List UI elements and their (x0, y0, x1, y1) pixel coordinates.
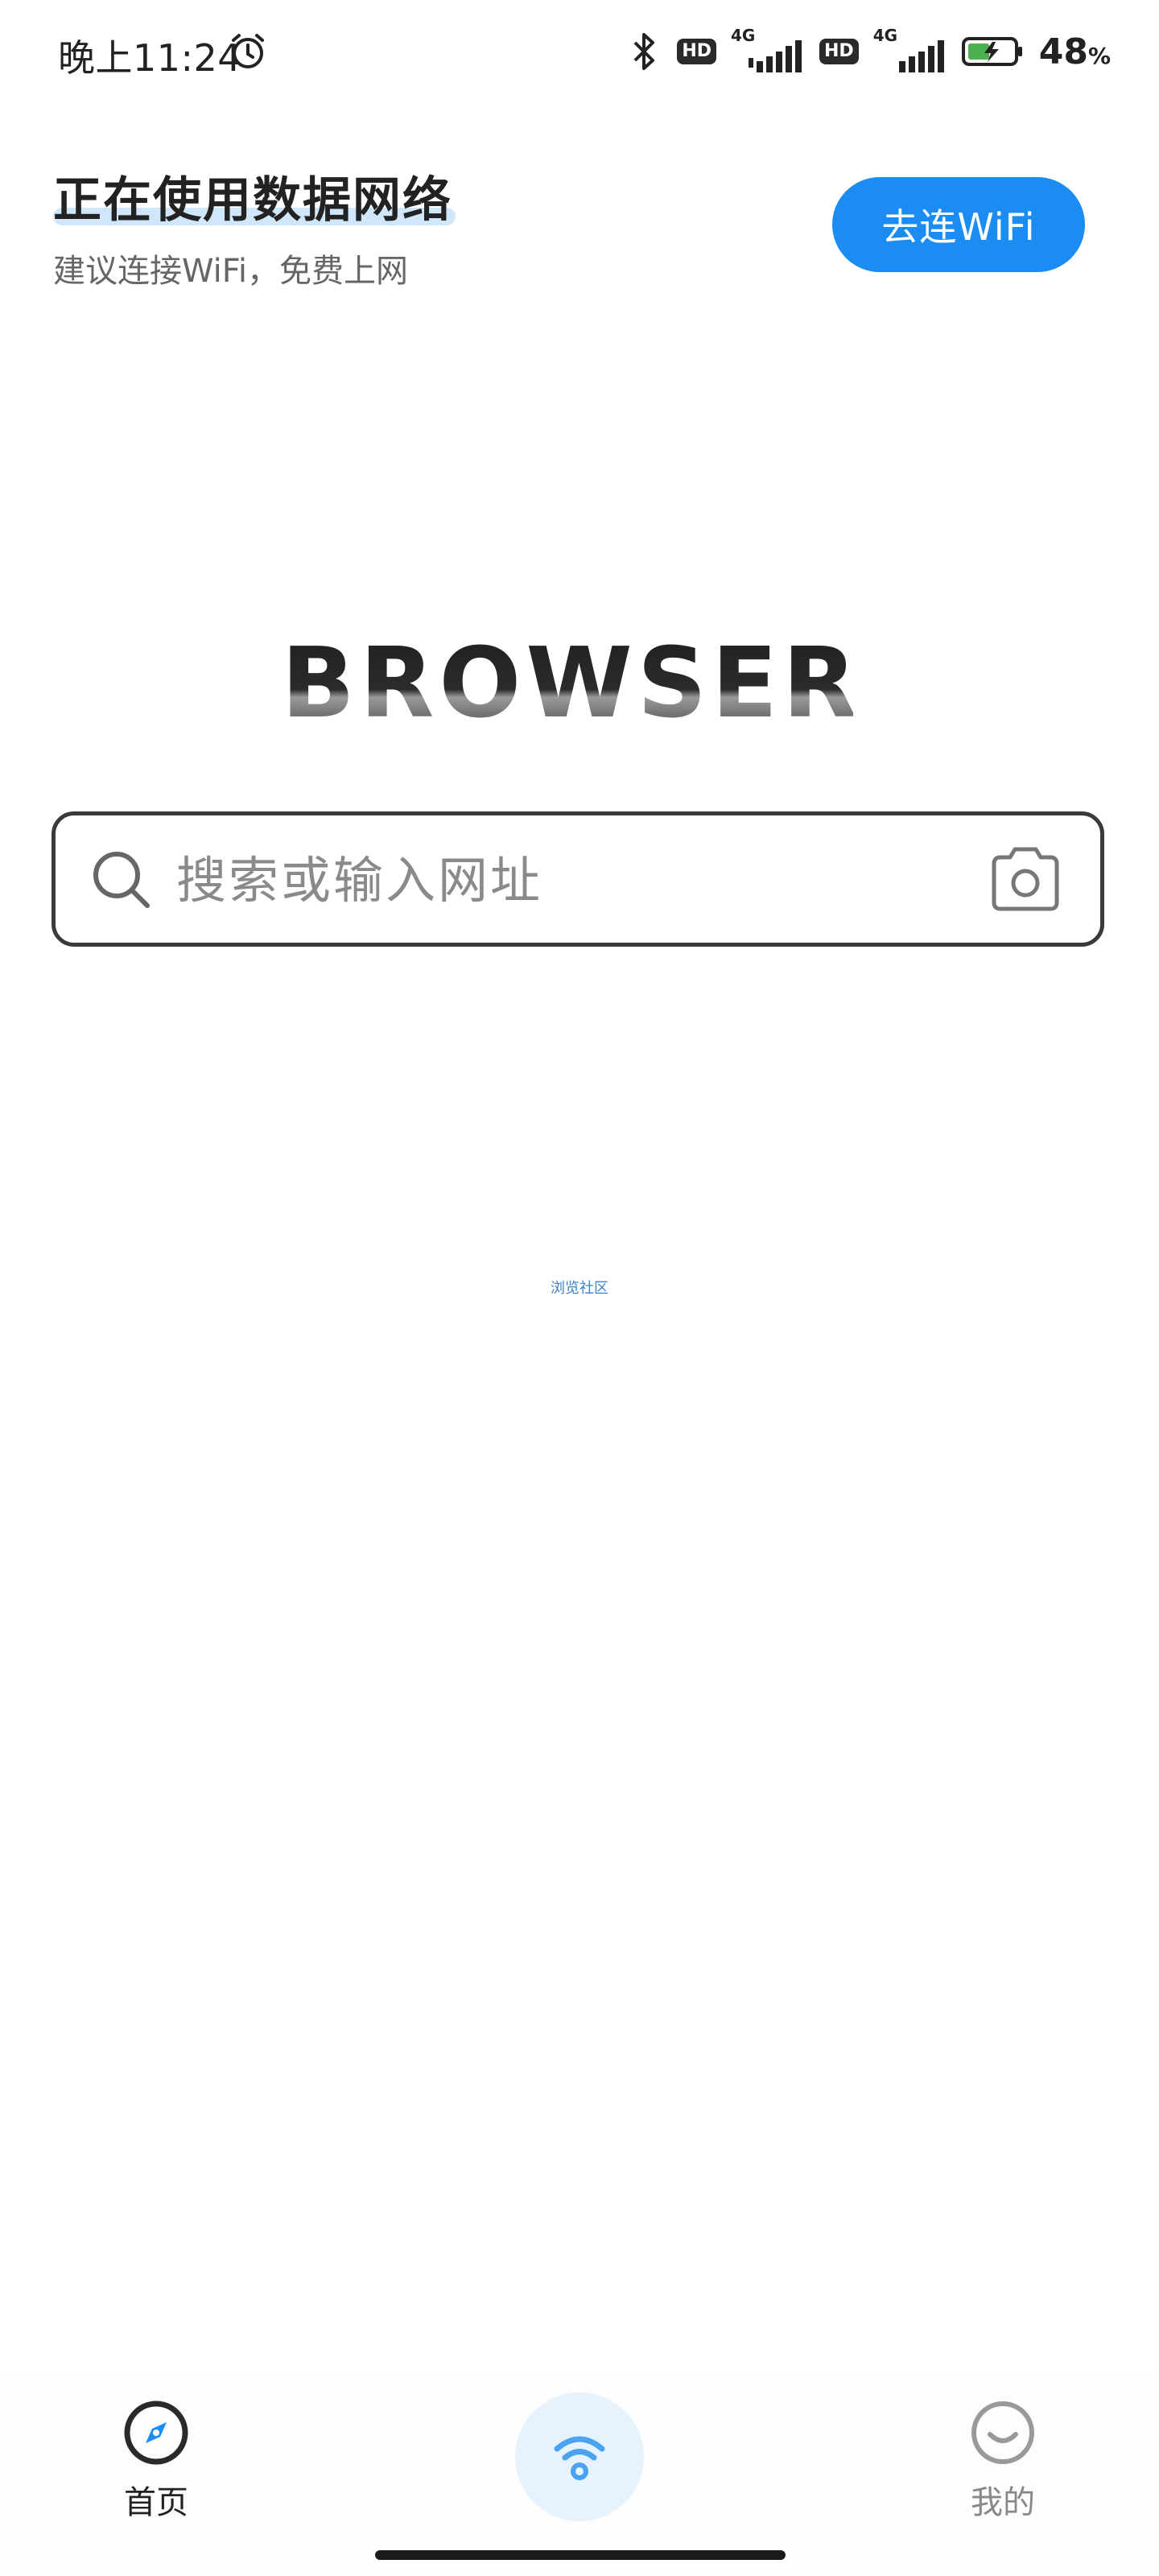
network-indicator: 4G (873, 26, 947, 74)
signal-icon (749, 40, 802, 72)
connect-wifi-button[interactable]: 去连WiFi (832, 177, 1085, 272)
alarm-icon (232, 34, 264, 68)
compass-icon (124, 2401, 188, 2465)
bluetooth-icon (633, 33, 655, 70)
nav-mine-label: 我的 (971, 2484, 1035, 2521)
nav-home-label: 首页 (124, 2484, 188, 2521)
hd-badge: HD (819, 39, 859, 64)
search-icon (93, 852, 150, 908)
browser-logo: BROWSER (290, 628, 853, 733)
status-bar: 晚上11:24 HD 4G HD 4G 48% (0, 0, 1159, 105)
hd-badge: HD (677, 39, 717, 64)
bottom-nav: 首页 我的 (0, 2375, 1159, 2576)
search-input[interactable] (176, 840, 981, 920)
nav-home[interactable]: 首页 (76, 2399, 237, 2523)
camera-icon[interactable] (988, 843, 1063, 915)
logo-text: BROWSER (290, 628, 853, 733)
network-indicator: 4G (731, 26, 805, 74)
battery-percentage: 48% (1038, 31, 1111, 72)
status-time: 晚上11:24 (58, 36, 242, 80)
home-indicator[interactable] (375, 2550, 786, 2560)
signal-icon (898, 40, 944, 72)
nav-mine[interactable]: 我的 (922, 2399, 1083, 2523)
wifi-icon (554, 2436, 605, 2480)
data-notice-subtitle: 建议连接WiFi，免费上网 (53, 253, 408, 290)
smile-face-icon (971, 2401, 1034, 2464)
nav-wifi-button[interactable] (515, 2392, 644, 2521)
search-box[interactable] (52, 811, 1104, 947)
community-link[interactable]: 浏览社区 (0, 1277, 1159, 1298)
status-icons: HD 4G HD 4G 48% (627, 26, 1111, 74)
data-notice-title: 正在使用数据网络 (53, 172, 452, 229)
battery-charging-icon (961, 37, 1022, 66)
